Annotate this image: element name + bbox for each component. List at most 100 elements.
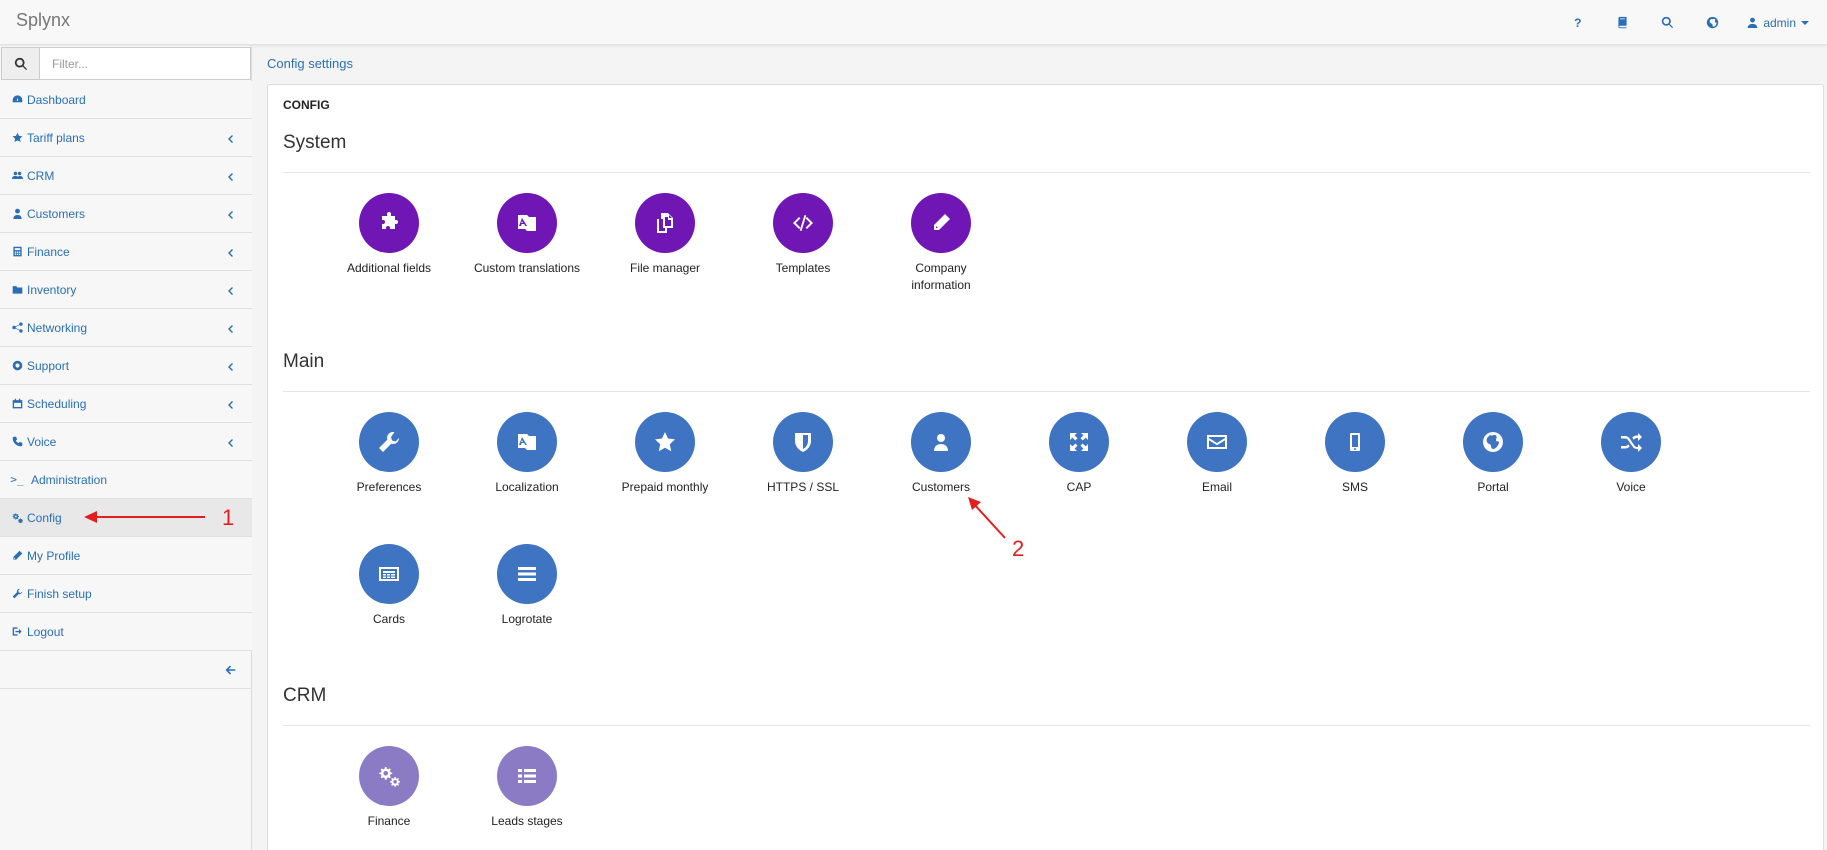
sidebar-collapse-button[interactable]: [0, 651, 252, 689]
tile-label: Voice: [1616, 480, 1646, 494]
sidebar-item-crm[interactable]: CRM: [0, 157, 252, 195]
sidebar-item-logout[interactable]: Logout: [0, 613, 252, 651]
section-title-crm: CRM: [283, 685, 327, 706]
sidebar-item-finance[interactable]: Finance: [0, 233, 252, 271]
tile-label: File manager: [629, 261, 701, 275]
sidebar-item-tariff-plans[interactable]: Tariff plans: [0, 119, 252, 157]
tile-company-information[interactable]: Company information: [872, 193, 1010, 294]
tile-https-ssl[interactable]: HTTPS / SSL: [734, 412, 872, 496]
annotation-marker-1: 1: [222, 505, 235, 530]
sidebar-item-administration[interactable]: >_ Administration: [0, 461, 252, 499]
section-title-system: System: [283, 132, 347, 153]
sidebar: Dashboard Tariff plans CRM Customers Fin…: [0, 46, 252, 850]
list-icon: [497, 544, 557, 604]
sidebar-item-label: Support: [27, 358, 70, 373]
terminal-icon: >_: [10, 473, 24, 486]
chevron-left-icon: [226, 132, 236, 143]
tile-label: Cards: [372, 612, 405, 626]
sidebar-item-label: Voice: [27, 434, 57, 449]
calculator-icon: [11, 246, 23, 258]
search-button[interactable]: [1645, 0, 1690, 45]
help-button[interactable]: ?: [1555, 0, 1600, 45]
divider: [283, 391, 1810, 392]
tile-cap[interactable]: CAP: [1010, 412, 1148, 496]
tile-label: Portal: [1477, 480, 1509, 494]
tile-voice[interactable]: Voice: [1562, 412, 1700, 496]
tile-additional-fields[interactable]: Additional fields: [320, 193, 458, 277]
dashboard-icon: [11, 94, 23, 106]
sidebar-item-finish-setup[interactable]: Finish setup: [0, 575, 252, 613]
question-icon: ?: [1574, 15, 1582, 30]
logout-icon: [11, 626, 23, 638]
chevron-left-icon: [226, 436, 236, 447]
tile-label: Additional fields: [346, 261, 432, 275]
pencil-icon: [911, 193, 971, 253]
sidebar-item-networking[interactable]: Networking: [0, 309, 252, 347]
language-button[interactable]: [1690, 0, 1735, 45]
divider: [283, 725, 1810, 726]
sidebar-item-label: Tariff plans: [27, 130, 85, 145]
sidebar-menu: Dashboard Tariff plans CRM Customers Fin…: [0, 81, 252, 689]
sidebar-item-scheduling[interactable]: Scheduling: [0, 385, 252, 423]
sidebar-item-label: Dashboard: [27, 92, 86, 107]
tile-customers[interactable]: Customers: [872, 412, 1010, 496]
sidebar-item-customers[interactable]: Customers: [0, 195, 252, 233]
sidebar-item-label: CRM: [27, 168, 55, 183]
tile-file-manager[interactable]: File manager: [596, 193, 734, 277]
docs-button[interactable]: [1600, 0, 1645, 45]
tile-cards[interactable]: Cards: [320, 544, 458, 628]
top-navbar: Splynx ? admin: [0, 0, 1827, 45]
tile-finance[interactable]: Finance: [320, 746, 458, 830]
section-title-main: Main: [283, 351, 325, 372]
user-name: admin: [1763, 15, 1796, 30]
user-menu[interactable]: admin: [1735, 0, 1827, 45]
tile-preferences[interactable]: Preferences: [320, 412, 458, 496]
cogs-icon: [359, 746, 419, 806]
top-nav-actions: ? admin: [1555, 0, 1827, 45]
breadcrumb-config-settings[interactable]: Config settings: [267, 56, 353, 71]
translate-icon: [497, 193, 557, 253]
tile-templates[interactable]: Templates: [734, 193, 872, 277]
search-icon: [14, 57, 27, 70]
chevron-left-icon: [226, 360, 236, 371]
tile-custom-translations[interactable]: Custom translations: [458, 193, 596, 277]
sidebar-item-inventory[interactable]: Inventory: [0, 271, 252, 309]
list-icon: [497, 746, 557, 806]
filter-input[interactable]: [40, 48, 250, 79]
tile-label: Email: [1201, 480, 1232, 494]
tile-portal[interactable]: Portal: [1424, 412, 1562, 496]
book-icon: [1618, 16, 1627, 29]
tile-prepaid-monthly[interactable]: Prepaid monthly: [596, 412, 734, 496]
sidebar-item-label: Logout: [27, 624, 64, 639]
arrow-left-icon: [225, 665, 236, 674]
tile-label: Custom translations: [473, 261, 581, 275]
shield-icon: [773, 412, 833, 472]
envelope-icon: [1187, 412, 1247, 472]
sidebar-item-label: Inventory: [27, 282, 77, 297]
sidebar-item-label: Finance: [27, 244, 70, 259]
sidebar-item-config[interactable]: Config: [0, 499, 252, 537]
tile-label: HTTPS / SSL: [766, 480, 840, 494]
pencil-icon: [11, 550, 23, 562]
tile-sms[interactable]: SMS: [1286, 412, 1424, 496]
sidebar-item-support[interactable]: Support: [0, 347, 252, 385]
sidebar-item-voice[interactable]: Voice: [0, 423, 252, 461]
tile-localization[interactable]: Localization: [458, 412, 596, 496]
tile-logrotate[interactable]: Logrotate: [458, 544, 596, 628]
sidebar-item-label: Administration: [31, 472, 108, 487]
globe-icon: [1463, 412, 1523, 472]
sidebar-item-dashboard[interactable]: Dashboard: [0, 81, 252, 119]
tile-leads-stages[interactable]: Leads stages: [458, 746, 596, 830]
filter-search-button[interactable]: [2, 48, 40, 79]
tile-label: Preferences: [356, 480, 422, 494]
sidebar-item-label: Customers: [27, 206, 86, 221]
brand-logo[interactable]: Splynx: [16, 10, 70, 31]
sidebar-item-my-profile[interactable]: My Profile: [0, 537, 252, 575]
sidebar-item-label: My Profile: [27, 548, 81, 563]
tile-label: Prepaid monthly: [621, 480, 709, 494]
tile-email[interactable]: Email: [1148, 412, 1286, 496]
config-panel: CONFIG System Additional fields Custom t…: [267, 84, 1824, 850]
users-icon: [11, 170, 23, 182]
search-icon: [1662, 16, 1674, 29]
wrench-icon: [359, 412, 419, 472]
